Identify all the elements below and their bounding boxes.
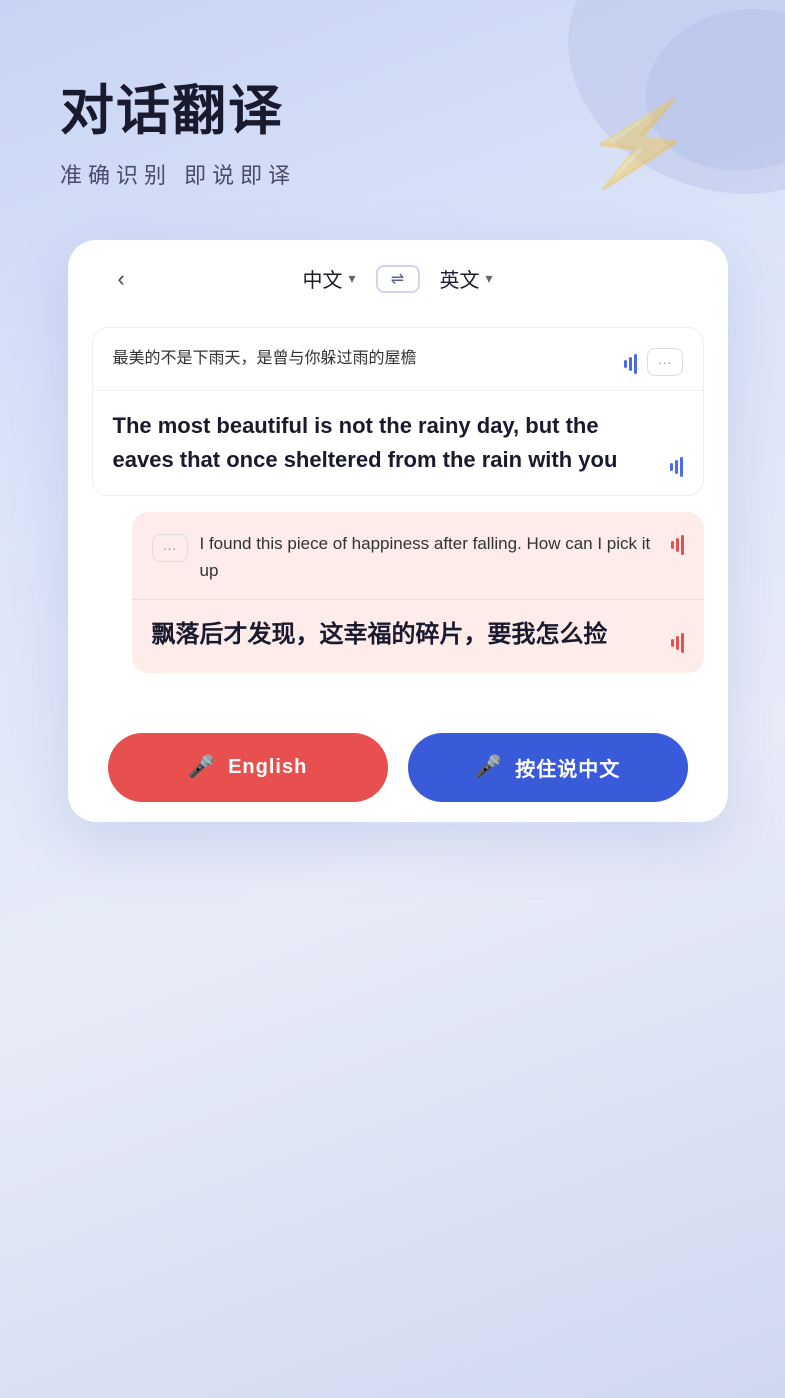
chinese-speak-button[interactable]: 🎤 按住说中文 <box>408 733 688 802</box>
msg2-original-row: ··· I found this piece of happiness afte… <box>132 512 704 599</box>
msg1-sound-button[interactable] <box>624 351 637 374</box>
lang-left-arrow: ▾ <box>348 270 355 287</box>
lang-left-label: 中文 <box>302 264 342 293</box>
msg2-original-text: I found this piece of happiness after fa… <box>200 530 659 584</box>
msg2-original-sound-button[interactable] <box>671 532 684 555</box>
msg2-translation-text: 飘落后才发现，这幸福的碎片，要我怎么捡 <box>152 616 659 653</box>
message-block-2: ··· I found this piece of happiness afte… <box>132 512 704 673</box>
msg2-translation-sound-button[interactable] <box>671 630 684 653</box>
swap-languages-button[interactable]: ⇌ <box>376 265 420 293</box>
english-mic-icon: 🎤 <box>188 754 216 780</box>
chinese-button-label: 按住说中文 <box>515 753 620 782</box>
msg1-more-button[interactable]: ··· <box>647 348 683 376</box>
msg1-translation-sound-button[interactable] <box>670 454 683 477</box>
msg1-more-icon: ··· <box>658 354 672 370</box>
msg1-original-row: 最美的不是下雨天，是曾与你躲过雨的屋檐 ··· <box>93 328 703 391</box>
chinese-mic-icon: 🎤 <box>475 754 503 780</box>
card-header: ‹ 中文 ▾ ⇌ 英文 ▾ <box>68 240 728 317</box>
msg1-translation-text: The most beautiful is not the rainy day,… <box>113 409 658 477</box>
msg2-more-button[interactable]: ··· <box>152 534 188 562</box>
messages-area: 最美的不是下雨天，是曾与你躲过雨的屋檐 ··· <box>68 317 728 703</box>
lang-right-selector[interactable]: 英文 ▾ <box>440 264 493 293</box>
msg2-translation-row: 飘落后才发现，这幸福的碎片，要我怎么捡 <box>132 600 704 673</box>
page-subtitle: 准确识别 即说即译 <box>60 158 735 190</box>
msg2-more-icon: ··· <box>163 540 177 556</box>
hero-header: 对话翻译 准确识别 即说即译 <box>60 80 735 190</box>
lang-right-arrow: ▾ <box>486 270 493 287</box>
message-block-1: 最美的不是下雨天，是曾与你躲过雨的屋檐 ··· <box>92 327 704 496</box>
english-button-label: English <box>228 756 307 779</box>
swap-icon: ⇌ <box>391 269 404 289</box>
lang-left-selector[interactable]: 中文 ▾ <box>302 264 355 293</box>
page-title: 对话翻译 <box>60 80 735 142</box>
english-speak-button[interactable]: 🎤 English <box>108 733 388 802</box>
lang-right-label: 英文 <box>440 264 480 293</box>
msg1-original-text: 最美的不是下雨天，是曾与你躲过雨的屋檐 <box>113 346 612 372</box>
msg1-translation-row: The most beautiful is not the rainy day,… <box>93 391 703 495</box>
back-button[interactable]: ‹ <box>118 266 125 292</box>
main-card: ‹ 中文 ▾ ⇌ 英文 ▾ 最美的不是下雨天，是曾与你 <box>68 240 728 822</box>
bottom-buttons-area: 🎤 English 🎤 按住说中文 <box>68 703 728 822</box>
